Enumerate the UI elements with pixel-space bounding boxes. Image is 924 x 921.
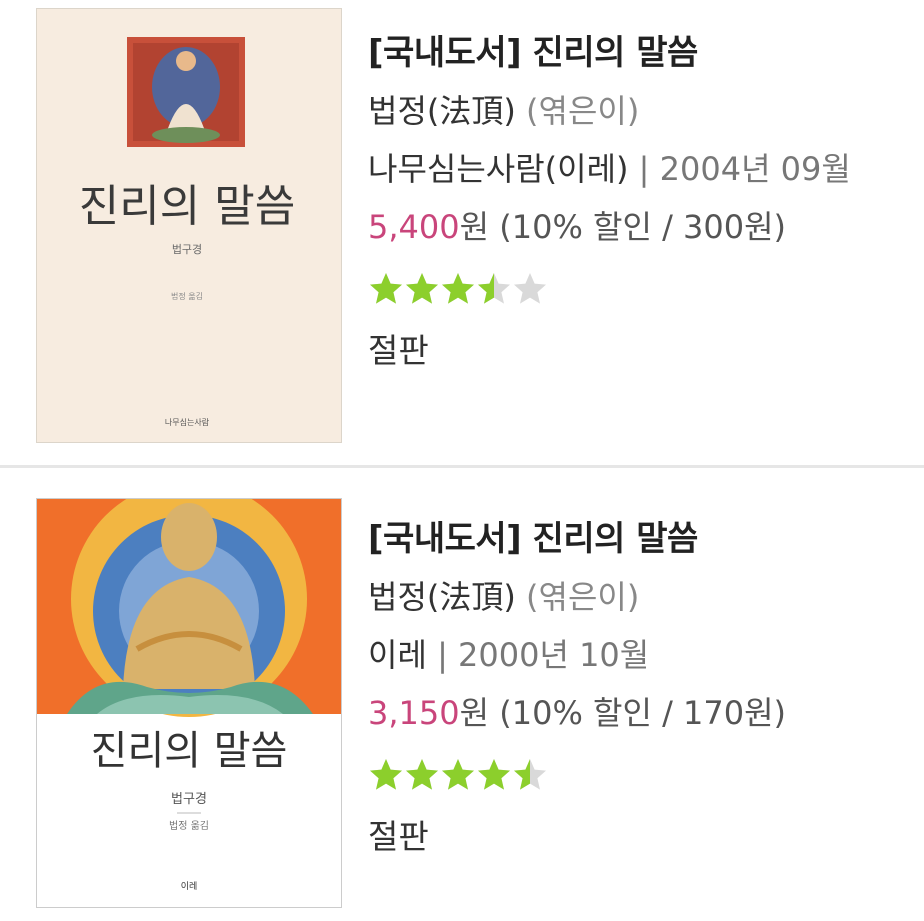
publisher-name[interactable]: 나무심는사람(이레)	[368, 150, 629, 188]
author-name[interactable]: 법정(法頂)	[368, 92, 516, 130]
book-price: 3,150원 (10% 할인 / 170원)	[368, 684, 924, 742]
price-amount: 3,150	[368, 694, 460, 732]
cover-title: 진리의 말씀	[91, 728, 288, 774]
cover-subtitle: 법구경	[171, 792, 207, 807]
book-price: 5,400원 (10% 할인 / 300원)	[368, 198, 924, 256]
book-info: [국내도서] 진리의 말씀 법정(法頂) (엮은이) 이레 | 2000년 10…	[368, 510, 924, 866]
separator: |	[638, 150, 650, 188]
book-cover-image: 진리의 말씀 법구경 법정 옮김 나무심는사람	[37, 9, 341, 442]
book-publisher-line: 나무심는사람(이레) | 2004년 09월	[368, 140, 924, 198]
star-rating	[368, 742, 924, 808]
book-publisher-line: 이레 | 2000년 10월	[368, 626, 924, 684]
star-icon	[406, 759, 438, 790]
star-icon	[442, 759, 474, 790]
author-role: (엮은이)	[526, 92, 640, 130]
book-cover-image: 진리의 말씀 법구경 법정 옮김 이레	[37, 499, 341, 907]
book-title[interactable]: [국내도서] 진리의 말씀	[368, 510, 924, 568]
book-title[interactable]: [국내도서] 진리의 말씀	[368, 24, 924, 82]
publisher-name[interactable]: 이레	[368, 636, 427, 674]
price-unit: 원	[459, 694, 490, 732]
star-icon	[442, 273, 474, 304]
cover-author: 법정 옮김	[169, 820, 209, 832]
star-icon	[514, 759, 546, 790]
price-unit: 원	[459, 208, 490, 246]
discount-info: (10% 할인 / 300원)	[499, 208, 787, 246]
book-cover[interactable]: 진리의 말씀 법구경 법정 옮김 나무심는사람	[36, 8, 342, 443]
book-status: 절판	[368, 817, 429, 856]
book-author[interactable]: 법정(法頂) (엮은이)	[368, 82, 924, 140]
book-info: [국내도서] 진리의 말씀 법정(法頂) (엮은이) 나무심는사람(이레) | …	[368, 24, 924, 380]
publish-date: 2000년 10월	[458, 636, 650, 674]
cover-subtitle: 법구경	[172, 243, 202, 256]
star-icon	[370, 759, 402, 790]
star-icon	[514, 273, 546, 304]
discount-info: (10% 할인 / 170원)	[499, 694, 787, 732]
cover-author: 법정 옮김	[171, 291, 203, 301]
book-status: 절판	[368, 331, 429, 370]
star-icon	[478, 273, 510, 304]
price-amount: 5,400	[368, 208, 460, 246]
book-author[interactable]: 법정(法頂) (엮은이)	[368, 568, 924, 626]
star-icon	[478, 759, 510, 790]
cover-title: 진리의 말씀	[79, 181, 295, 232]
separator: |	[437, 636, 448, 674]
author-name[interactable]: 법정(法頂)	[368, 578, 516, 616]
star-icon	[406, 273, 438, 304]
star-rating	[368, 256, 924, 322]
author-role: (엮은이)	[526, 578, 640, 616]
publish-date: 2004년 09월	[659, 150, 851, 188]
book-cover[interactable]: 진리의 말씀 법구경 법정 옮김 이레	[36, 498, 342, 908]
cover-publisher: 이레	[181, 881, 198, 892]
cover-publisher: 나무심는사람	[165, 417, 210, 427]
star-icon	[370, 273, 402, 304]
